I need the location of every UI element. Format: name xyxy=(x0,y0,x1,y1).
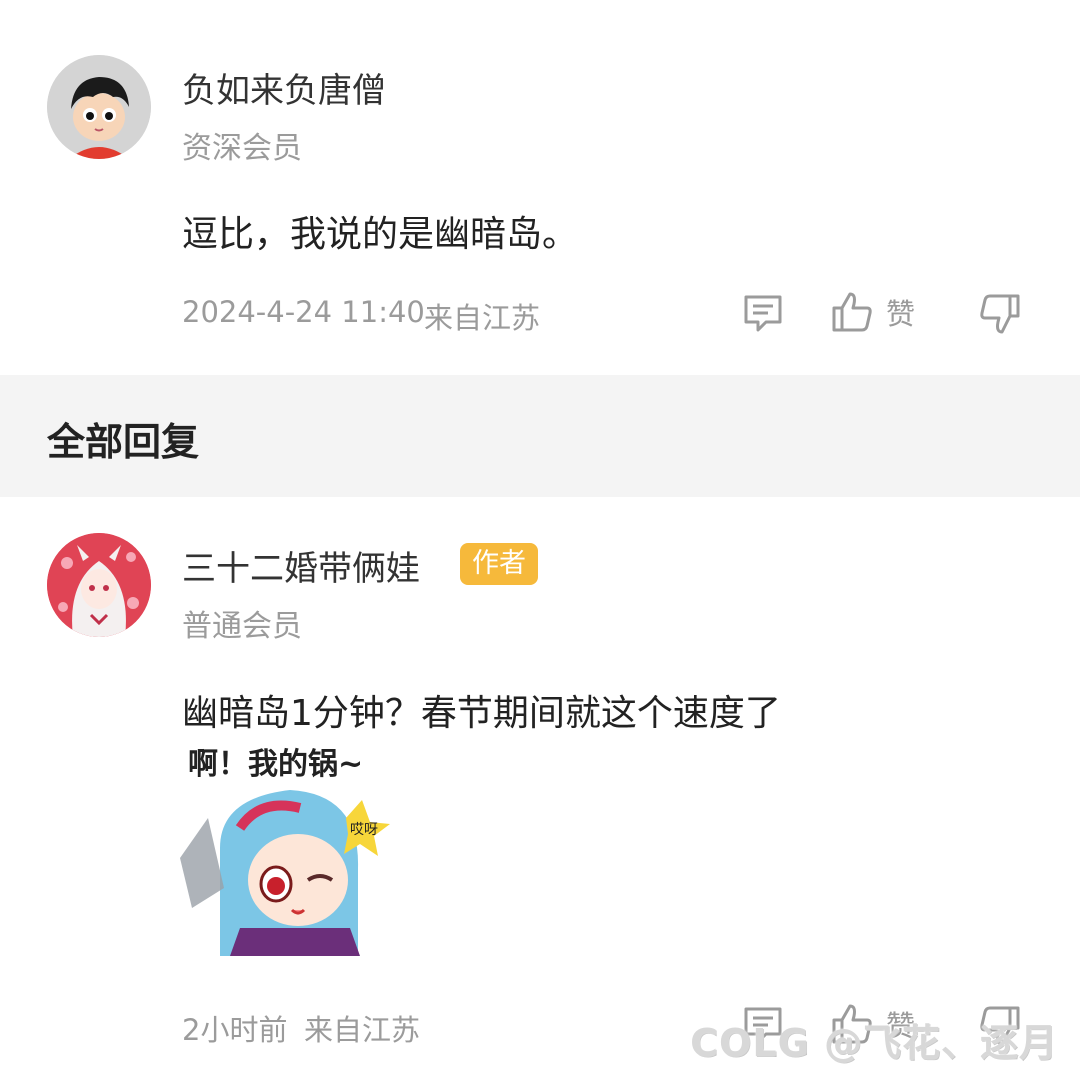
sticker-caption: 啊！我的锅~ xyxy=(188,747,363,782)
section-title: 全部回复 xyxy=(47,420,200,464)
user-level: 资深会员 xyxy=(182,131,302,166)
thumbs-down-icon xyxy=(978,292,1022,336)
reply-button[interactable] xyxy=(742,292,784,334)
watermark: COLG @飞花、逐月 xyxy=(690,1021,1058,1065)
avatar[interactable] xyxy=(47,533,151,637)
comment-timestamp: 2024-4-24 11:40 xyxy=(182,295,425,329)
user-name[interactable]: 三十二婚带俩娃 xyxy=(182,541,420,590)
reply-location: 来自江苏 xyxy=(304,1013,421,1047)
reply-text: 幽暗岛1分钟？春节期间就这个速度了 xyxy=(182,693,781,734)
author-badge: 作者 xyxy=(460,543,538,585)
dislike-button[interactable] xyxy=(978,292,1022,336)
user-level: 普通会员 xyxy=(182,609,302,644)
comment-icon xyxy=(742,292,784,334)
like-button[interactable]: 赞 xyxy=(830,290,915,334)
comment-location: 来自江苏 xyxy=(424,301,541,335)
avatar[interactable] xyxy=(47,55,151,159)
reply-timestamp: 2小时前 xyxy=(182,1013,288,1047)
thumbs-up-icon xyxy=(830,290,874,334)
main-comment: 负如来负唐僧 资深会员 逗比，我说的是幽暗岛。 2024-4-24 11:40 … xyxy=(0,0,1080,375)
comment-text: 逗比，我说的是幽暗岛。 xyxy=(182,214,579,255)
like-label: 赞 xyxy=(886,297,916,331)
all-replies-header: 全部回复 xyxy=(0,375,1080,497)
sticker-sub-caption: 哎呀 xyxy=(350,822,378,838)
sticker-image[interactable]: 啊！我的锅~ 哎呀 xyxy=(180,738,398,956)
user-name[interactable]: 负如来负唐僧 xyxy=(182,63,386,112)
